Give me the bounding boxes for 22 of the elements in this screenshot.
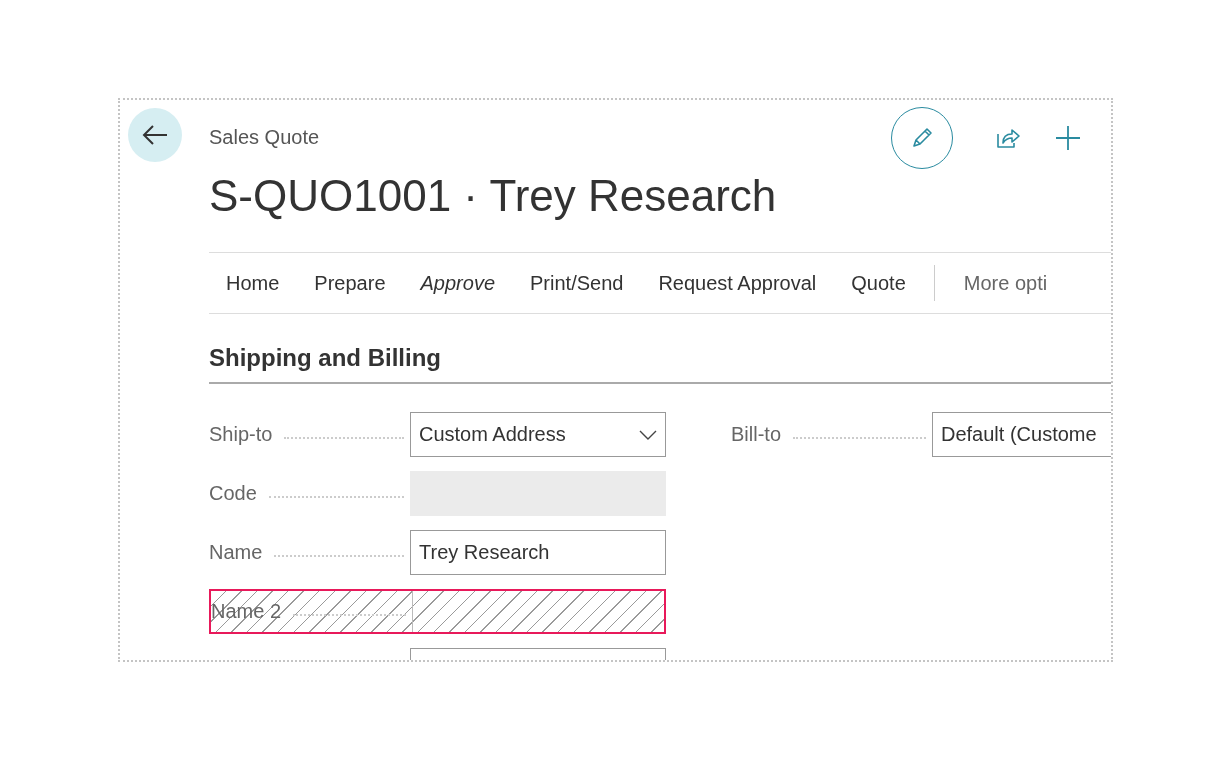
chevron-down-icon [639, 429, 657, 440]
menu-tab[interactable]: Quote [844, 271, 913, 295]
page-title: S-QUO1001 · Trey Research [209, 171, 777, 221]
menu-tab[interactable]: Home [219, 271, 287, 295]
menu-tab[interactable]: Request Approval [651, 271, 824, 295]
page-caption: Sales Quote [209, 126, 321, 149]
input-field[interactable]: Default (Custome [932, 412, 1111, 457]
plus-icon [1055, 125, 1081, 151]
more-options-button[interactable]: More opti [956, 271, 1055, 295]
back-button[interactable] [128, 108, 182, 162]
menu-tab[interactable]: Approve [413, 271, 502, 295]
share-icon [995, 126, 1021, 150]
menu-tab[interactable]: Prepare [307, 271, 393, 295]
field-label: Bill-to [731, 423, 781, 446]
dropdown-field[interactable]: Custom Address [410, 412, 666, 457]
menu-tab[interactable]: Print/Send [523, 271, 631, 295]
field-label: Ship-to [209, 423, 273, 446]
field-label: Name [209, 541, 263, 564]
field-label: Code [209, 482, 257, 505]
section-title: Shipping and Billing [209, 344, 1111, 384]
back-arrow-icon [141, 124, 169, 146]
input-field[interactable]: Trey Research [410, 530, 666, 575]
